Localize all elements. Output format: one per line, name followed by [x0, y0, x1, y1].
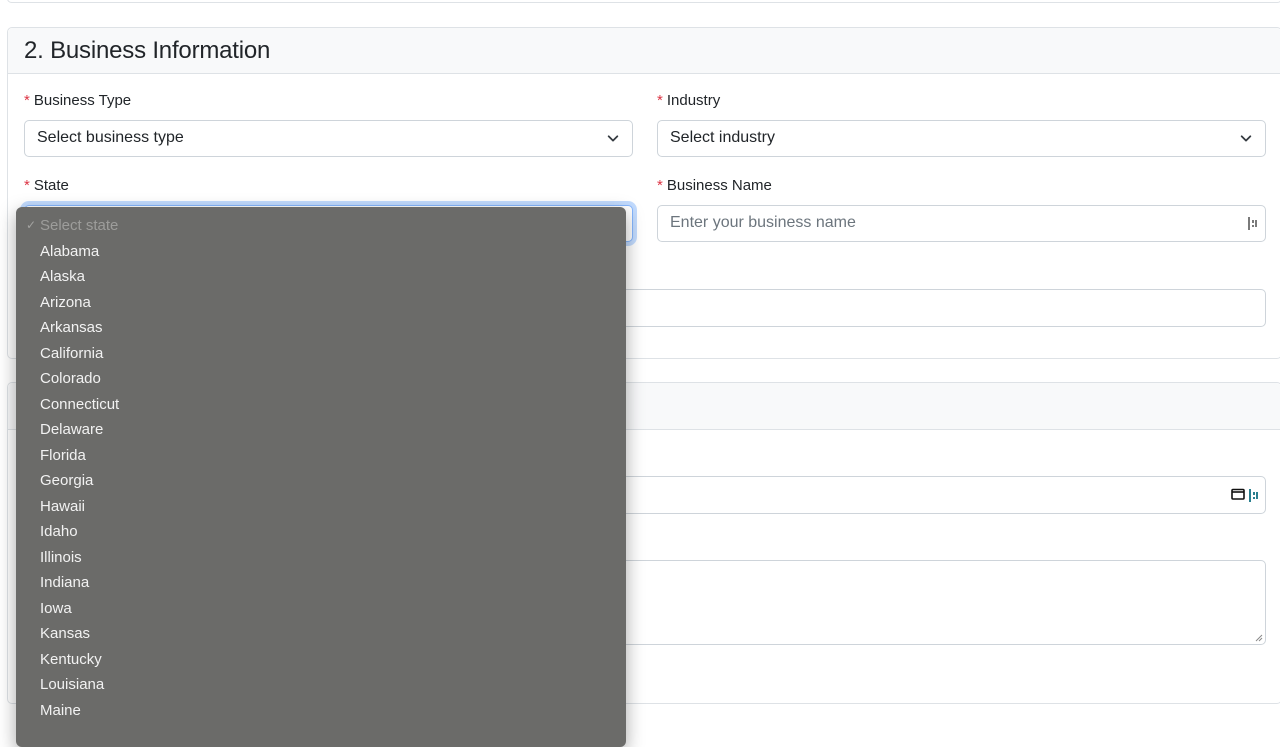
chevron-down-icon	[607, 135, 619, 142]
dropdown-option[interactable]: Maine	[40, 698, 81, 724]
industry-select[interactable]: Select industry	[657, 120, 1266, 157]
dropdown-option[interactable]: California	[40, 341, 103, 367]
dropdown-option[interactable]: Arizona	[40, 290, 91, 316]
business-name-placeholder: Enter your business name	[670, 214, 856, 231]
dropdown-option[interactable]: Hawaii	[40, 494, 85, 520]
dropdown-option[interactable]: Colorado	[40, 366, 101, 392]
industry-label: * Industry	[657, 92, 721, 109]
business-type-label: * Business Type	[24, 92, 132, 109]
business-name-input[interactable]: Enter your business name	[657, 205, 1266, 242]
dropdown-option[interactable]: Alabama	[40, 239, 99, 265]
checkmark-icon: ✓	[26, 218, 37, 232]
state-dropdown-list[interactable]: ✓ Select state Alabama Alaska Arizona Ark…	[16, 207, 626, 747]
state-label: * State	[24, 177, 69, 194]
chevron-down-icon	[1240, 135, 1252, 142]
required-asterisk: *	[24, 92, 30, 109]
required-asterisk: *	[657, 177, 663, 194]
dropdown-option[interactable]: Illinois	[40, 545, 82, 571]
dropdown-option[interactable]: Delaware	[40, 417, 103, 443]
dropdown-option[interactable]: Louisiana	[40, 672, 104, 698]
business-information-header: 2. Business Information	[8, 28, 1280, 74]
dropdown-option[interactable]: Florida	[40, 443, 86, 469]
required-asterisk: *	[24, 177, 30, 194]
dropdown-option[interactable]: Georgia	[40, 468, 93, 494]
dropdown-option[interactable]: Kentucky	[40, 647, 102, 673]
section-title: 2. Business Information	[24, 37, 271, 64]
password-manager-icon[interactable]	[1248, 216, 1258, 231]
password-manager-icon[interactable]	[1249, 488, 1259, 503]
dropdown-option[interactable]: Connecticut	[40, 392, 119, 418]
previous-section-card	[7, 0, 1280, 3]
dropdown-option[interactable]: Indiana	[40, 570, 89, 596]
dropdown-option[interactable]: Alaska	[40, 264, 85, 290]
dropdown-option-select-state[interactable]: ✓ Select state	[26, 213, 118, 239]
required-asterisk: *	[657, 92, 663, 109]
dropdown-option[interactable]: Iowa	[40, 596, 72, 622]
dropdown-option[interactable]: Kansas	[40, 621, 90, 647]
dropdown-option[interactable]: Idaho	[40, 519, 78, 545]
industry-value: Select industry	[670, 129, 775, 146]
business-type-select[interactable]: Select business type	[24, 120, 633, 157]
business-type-value: Select business type	[37, 129, 184, 146]
dropdown-option[interactable]: Arkansas	[40, 315, 103, 341]
calendar-icon[interactable]	[1231, 488, 1245, 500]
business-name-label: * Business Name	[657, 177, 772, 194]
resize-handle-icon[interactable]	[1255, 634, 1263, 642]
